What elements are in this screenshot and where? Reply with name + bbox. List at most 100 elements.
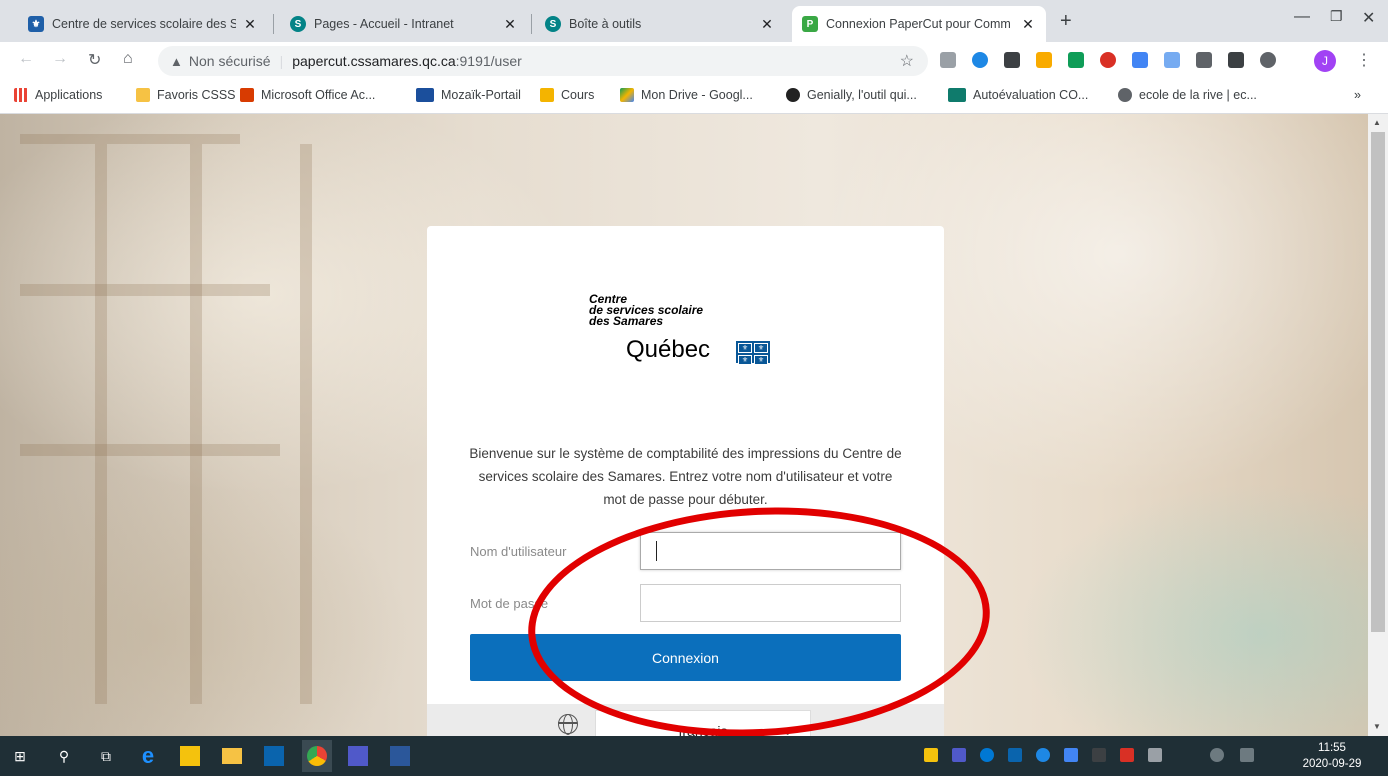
address-path: :9191/user	[455, 53, 522, 69]
new-tab-button[interactable]: +	[1060, 10, 1072, 33]
bookmark-label: Favoris CSSS	[157, 88, 236, 102]
forward-button[interactable]: →	[52, 50, 68, 68]
bookmark-genially[interactable]: Genially, l'outil qui...	[786, 88, 917, 102]
office-icon	[240, 88, 254, 102]
wifi-icon[interactable]	[1210, 748, 1224, 762]
language-value: français	[678, 723, 728, 736]
warning-icon[interactable]: ▲	[170, 54, 183, 69]
login-button[interactable]: Connexion	[470, 634, 901, 681]
mail-icon[interactable]	[924, 748, 938, 762]
tab-pages-accueil[interactable]: S Pages - Accueil - Intranet ✕	[280, 6, 528, 42]
page-background: Centre de services scolaire des Samares …	[0, 114, 1368, 736]
search-icon[interactable]: ⚲	[52, 744, 76, 768]
tab-connexion-papercut[interactable]: P Connexion PaperCut pour Comm ✕	[792, 6, 1046, 42]
scrollbar-thumb[interactable]	[1371, 132, 1385, 632]
bookmark-autoevaluation[interactable]: Autoévaluation CO...	[948, 88, 1088, 102]
app-tray-icon[interactable]	[1120, 748, 1134, 762]
bookmark-label: Mozaïk-Portail	[441, 88, 521, 102]
close-icon[interactable]: ✕	[1020, 16, 1036, 33]
minimize-button[interactable]: —	[1294, 8, 1310, 26]
reload-button[interactable]: ↻	[88, 50, 101, 70]
org-name-line3: des Samares	[589, 314, 664, 328]
bookmark-ecole-rive[interactable]: ecole de la rive | ec...	[1118, 88, 1257, 102]
bookmark-drive[interactable]: Mon Drive - Googl...	[620, 88, 753, 102]
sync-icon[interactable]	[1036, 748, 1050, 762]
windows-start-icon[interactable]: ⊞	[8, 744, 32, 768]
tab-title: Connexion PaperCut pour Comm	[826, 17, 1011, 31]
tab-centre-services[interactable]: ⚜ Centre de services scolaire des Sa ✕	[18, 6, 268, 42]
new-badge-icon[interactable]	[1228, 52, 1244, 68]
translate-icon[interactable]	[1132, 52, 1148, 68]
papercut-icon: P	[802, 16, 818, 32]
username-row: Nom d'utilisateur	[470, 532, 902, 572]
back-button[interactable]: ←	[18, 50, 34, 68]
apps-grid-icon	[14, 88, 28, 102]
bookmark-label: Mon Drive - Googl...	[641, 88, 753, 102]
close-icon[interactable]: ✕	[242, 16, 258, 33]
word-icon[interactable]	[390, 746, 410, 766]
username-label: Nom d'utilisateur	[470, 544, 567, 559]
welcome-message: Bienvenue sur le système de comptabilité…	[469, 446, 902, 507]
extension-icon[interactable]	[940, 52, 956, 68]
password-label: Mot de passe	[470, 596, 549, 611]
address-bar[interactable]: ▲ Non sécurisé | papercut.cssamares.qc.c…	[158, 46, 928, 76]
battery-icon[interactable]	[1148, 748, 1162, 762]
fleur-de-lis-icon: ⚜	[28, 16, 44, 32]
tab-separator	[531, 14, 532, 34]
tab-boite-outils[interactable]: S Boîte à outils ✕	[535, 6, 785, 42]
bookmark-mozaik[interactable]: Mozaïk-Portail	[416, 88, 521, 102]
thumbs-up-icon[interactable]	[1036, 52, 1052, 68]
extension-icon[interactable]	[1196, 52, 1212, 68]
file-explorer-icon[interactable]	[222, 748, 242, 764]
forms-icon	[948, 88, 966, 102]
network-share-icon[interactable]	[1092, 748, 1106, 762]
language-select[interactable]: français ∨	[595, 710, 811, 736]
bookmark-star-icon[interactable]: ☆	[900, 51, 914, 71]
outlook-icon[interactable]	[1008, 748, 1022, 762]
page-scrollbar[interactable]: ▲ ▼	[1368, 114, 1388, 736]
task-view-icon[interactable]: ⧉	[94, 744, 118, 768]
extension-icon[interactable]	[972, 52, 988, 68]
password-input[interactable]	[640, 584, 901, 622]
scroll-down-icon[interactable]: ▼	[1373, 722, 1381, 731]
home-button[interactable]: ⌂	[123, 50, 133, 68]
grid-extension-icon[interactable]	[1004, 52, 1020, 68]
bookmark-applications[interactable]: Applications	[14, 88, 102, 102]
close-icon[interactable]: ✕	[759, 16, 775, 33]
teams-icon[interactable]	[952, 748, 966, 762]
puzzle-icon[interactable]	[1260, 52, 1276, 68]
edge-icon[interactable]: e	[136, 743, 160, 768]
restore-button[interactable]: ❐	[1330, 8, 1343, 25]
adblock-icon[interactable]	[1100, 52, 1116, 68]
extension-icon[interactable]	[1164, 52, 1180, 68]
sticky-notes-icon[interactable]	[180, 746, 200, 766]
google-drive-icon[interactable]	[1068, 52, 1084, 68]
bookmark-office[interactable]: Microsoft Office Ac...	[240, 88, 375, 102]
outlook-icon[interactable]	[264, 746, 284, 766]
teams-icon[interactable]	[348, 746, 368, 766]
chrome-icon[interactable]	[307, 746, 327, 766]
scroll-up-icon[interactable]: ▲	[1373, 118, 1381, 127]
address-separator: |	[279, 53, 284, 69]
window-close-button[interactable]: ✕	[1362, 8, 1375, 28]
close-icon[interactable]: ✕	[502, 16, 518, 33]
username-input[interactable]	[640, 532, 901, 570]
google-drive-icon	[620, 88, 634, 102]
avatar[interactable]: J	[1314, 50, 1336, 72]
organization-logo: Centre de services scolaire des Samares …	[589, 293, 789, 374]
bookmark-favoris-csss[interactable]: Favoris CSSS	[136, 88, 236, 102]
background-shelf	[20, 134, 240, 144]
system-clock[interactable]: 11:55 2020-09-29	[1300, 740, 1364, 772]
mozaik-icon	[416, 88, 434, 102]
onedrive-icon[interactable]	[980, 748, 994, 762]
bookmark-cours[interactable]: Cours	[540, 88, 594, 102]
bookmark-label: Microsoft Office Ac...	[261, 88, 376, 102]
bookmark-label: Autoévaluation CO...	[973, 88, 1089, 102]
background-shelf	[20, 444, 280, 456]
volume-muted-icon[interactable]	[1240, 748, 1254, 762]
extension-icon[interactable]	[1064, 748, 1078, 762]
genially-icon	[786, 88, 800, 102]
background-shelf	[300, 144, 312, 704]
menu-kebab-icon[interactable]: ⋮	[1356, 50, 1372, 70]
more-bookmarks-button[interactable]: »	[1354, 88, 1361, 102]
